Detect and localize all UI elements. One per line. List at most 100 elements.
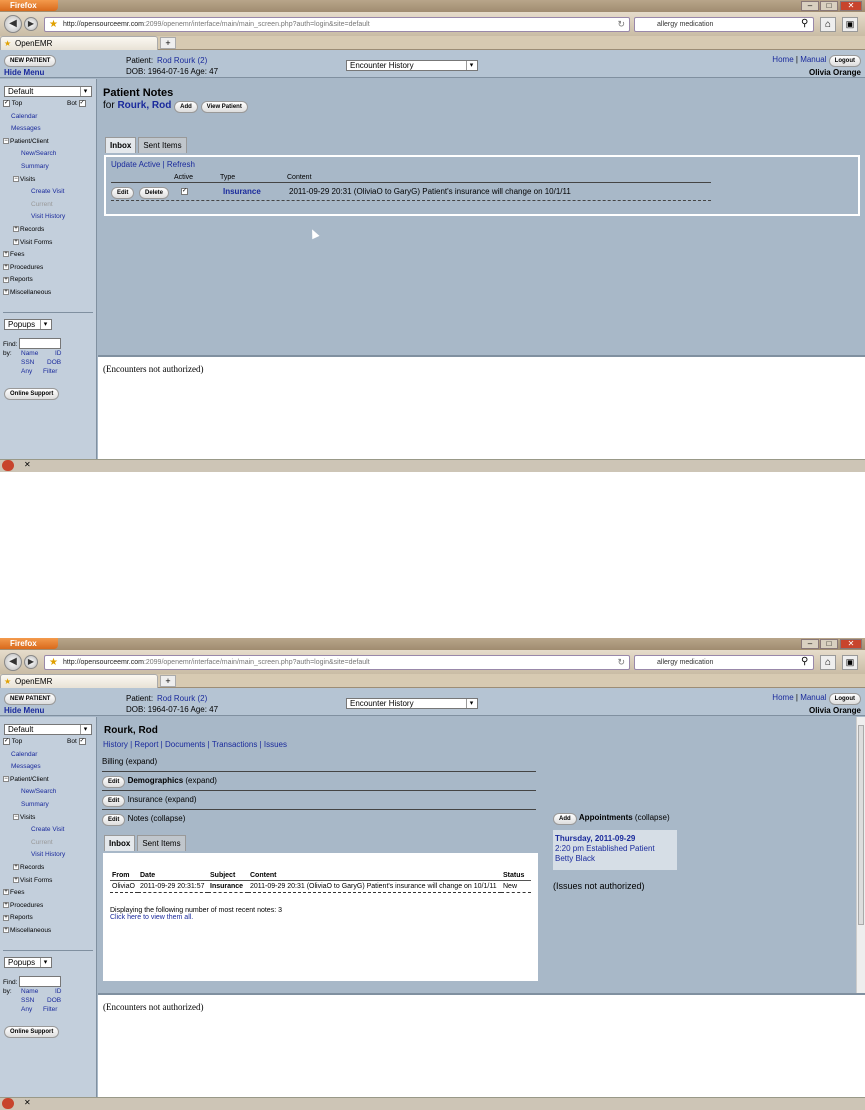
manual-link[interactable]: Manual [800, 693, 826, 702]
new-tab-button[interactable]: + [160, 37, 176, 49]
expand-icon[interactable]: + [13, 876, 19, 883]
nav-miscellaneous[interactable]: Miscellaneous [10, 289, 51, 296]
hide-menu-link[interactable]: Hide Menu [4, 68, 44, 77]
new-tab-button[interactable]: + [160, 675, 176, 687]
url-bar[interactable]: http://opensourceemr.com:2099/openemr/in… [44, 17, 630, 32]
nav-visit-forms[interactable]: Visit Forms [20, 877, 52, 884]
patient-name-link[interactable]: Rod Rourk (2) [157, 56, 207, 65]
find-by-dob[interactable]: DOB [47, 359, 61, 366]
appointment-box[interactable]: Thursday, 2011-09-29 2:20 pm Established… [553, 830, 677, 870]
online-support-button[interactable]: Online Support [4, 1026, 60, 1038]
expand-icon[interactable]: + [3, 927, 9, 934]
expand-icon[interactable]: + [3, 914, 9, 921]
nav-summary[interactable]: Summary [21, 801, 49, 808]
find-input[interactable] [19, 338, 61, 349]
history-link[interactable]: History [103, 740, 128, 749]
find-by-id[interactable]: ID [55, 988, 62, 995]
nav-calendar[interactable]: Calendar [11, 751, 37, 758]
find-filter[interactable]: Filter [43, 368, 57, 375]
back-icon[interactable]: ◀ [4, 653, 22, 671]
patient-name-link[interactable]: Rod Rourk (2) [157, 694, 207, 703]
encounter-select[interactable]: Encounter History [346, 60, 478, 71]
tab-sent-items[interactable]: Sent Items [137, 835, 186, 851]
nav-records[interactable]: Records [20, 864, 44, 871]
nav-procedures[interactable]: Procedures [10, 264, 43, 271]
nav-reports[interactable]: Reports [10, 276, 33, 283]
search-icon[interactable]: ⚲ [801, 18, 808, 29]
new-patient-button[interactable]: NEW PATIENT [4, 693, 57, 705]
maximize-icon[interactable]: □ [820, 639, 838, 649]
popups-select[interactable]: Popups [4, 319, 52, 330]
popups-select[interactable]: Popups [4, 957, 52, 968]
home-icon[interactable]: ⌂ [820, 655, 836, 670]
forward-icon[interactable]: ▶ [24, 655, 38, 669]
find-by-any[interactable]: Any [21, 368, 32, 375]
manual-link[interactable]: Manual [800, 55, 826, 64]
tab-inbox[interactable]: Inbox [105, 137, 137, 153]
search-input[interactable]: allergy medication [634, 17, 814, 32]
tab-sent-items[interactable]: Sent Items [138, 137, 187, 153]
documents-link[interactable]: Documents [165, 740, 205, 749]
top-checkbox[interactable]: ✓ [3, 99, 10, 107]
new-patient-button[interactable]: NEW PATIENT [4, 55, 57, 67]
reload-icon[interactable]: ↻ [617, 656, 625, 669]
nav-messages[interactable]: Messages [11, 763, 41, 770]
home-link[interactable]: Home [772, 693, 793, 702]
appointments-toggle[interactable]: (collapse) [635, 813, 670, 822]
nav-mode-select[interactable]: Default [4, 724, 92, 735]
find-by-any[interactable]: Any [21, 1006, 32, 1013]
nav-fees[interactable]: Fees [10, 889, 24, 896]
bookmark-star-icon[interactable]: ★ [49, 656, 58, 669]
collapse-icon[interactable]: − [3, 776, 9, 783]
nav-patient-client[interactable]: Patient/Client [10, 138, 49, 145]
vertical-scrollbar[interactable] [856, 717, 865, 993]
forward-icon[interactable]: ▶ [24, 17, 38, 31]
find-by-name[interactable]: Name [21, 350, 38, 357]
notes-toggle[interactable]: (collapse) [151, 814, 186, 823]
search-icon[interactable]: ⚲ [801, 656, 808, 667]
nav-new-search[interactable]: New/Search [21, 788, 56, 795]
nav-visit-history[interactable]: Visit History [31, 851, 65, 858]
view-patient-button[interactable]: View Patient [200, 101, 248, 113]
logout-button[interactable]: Logout [828, 693, 861, 705]
active-checkbox[interactable]: ✓ [181, 188, 188, 195]
close-addon-bar-icon[interactable]: ✕ [24, 460, 31, 469]
minimize-icon[interactable]: – [801, 1, 819, 11]
billing-toggle[interactable]: (expand) [126, 757, 158, 766]
url-bar[interactable]: http://opensourceemr.com:2099/openemr/in… [44, 655, 630, 670]
update-active-link[interactable]: Update Active [111, 160, 160, 169]
add-appointment-button[interactable]: Add [553, 813, 577, 825]
tab-inbox[interactable]: Inbox [104, 835, 136, 851]
encounter-select[interactable]: Encounter History [346, 698, 478, 709]
addon-icon[interactable]: ▣ [842, 655, 858, 670]
back-icon[interactable]: ◀ [4, 15, 22, 33]
expand-icon[interactable]: + [13, 226, 19, 233]
expand-icon[interactable]: + [3, 251, 9, 258]
home-link[interactable]: Home [772, 55, 793, 64]
expand-icon[interactable]: + [3, 889, 9, 896]
nav-create-visit[interactable]: Create Visit [31, 826, 64, 833]
collapse-icon[interactable]: − [13, 175, 19, 182]
nav-visit-history[interactable]: Visit History [31, 213, 65, 220]
top-checkbox[interactable]: ✓ [3, 737, 10, 745]
demographics-toggle[interactable]: (expand) [185, 776, 217, 785]
close-icon[interactable]: ✕ [840, 1, 862, 11]
nav-procedures[interactable]: Procedures [10, 902, 43, 909]
minimize-icon[interactable]: – [801, 639, 819, 649]
edit-demographics-button[interactable]: Edit [102, 776, 126, 788]
reload-icon[interactable]: ↻ [617, 18, 625, 31]
patient-link[interactable]: Rourk, Rod [117, 100, 171, 111]
find-by-ssn[interactable]: SSN [21, 359, 34, 366]
issues-link[interactable]: Issues [264, 740, 287, 749]
insurance-toggle[interactable]: (expand) [165, 795, 197, 804]
edit-insurance-button[interactable]: Edit [102, 795, 126, 807]
nav-visit-forms[interactable]: Visit Forms [20, 239, 52, 246]
bot-checkbox[interactable]: ✓ [78, 737, 86, 745]
expand-icon[interactable]: + [3, 264, 9, 270]
find-by-ssn[interactable]: SSN [21, 997, 34, 1004]
hide-menu-link[interactable]: Hide Menu [4, 706, 44, 715]
nav-reports[interactable]: Reports [10, 914, 33, 921]
nav-visits[interactable]: Visits [20, 176, 35, 183]
scrollbar-thumb[interactable] [858, 725, 864, 925]
nav-new-search[interactable]: New/Search [21, 150, 56, 157]
